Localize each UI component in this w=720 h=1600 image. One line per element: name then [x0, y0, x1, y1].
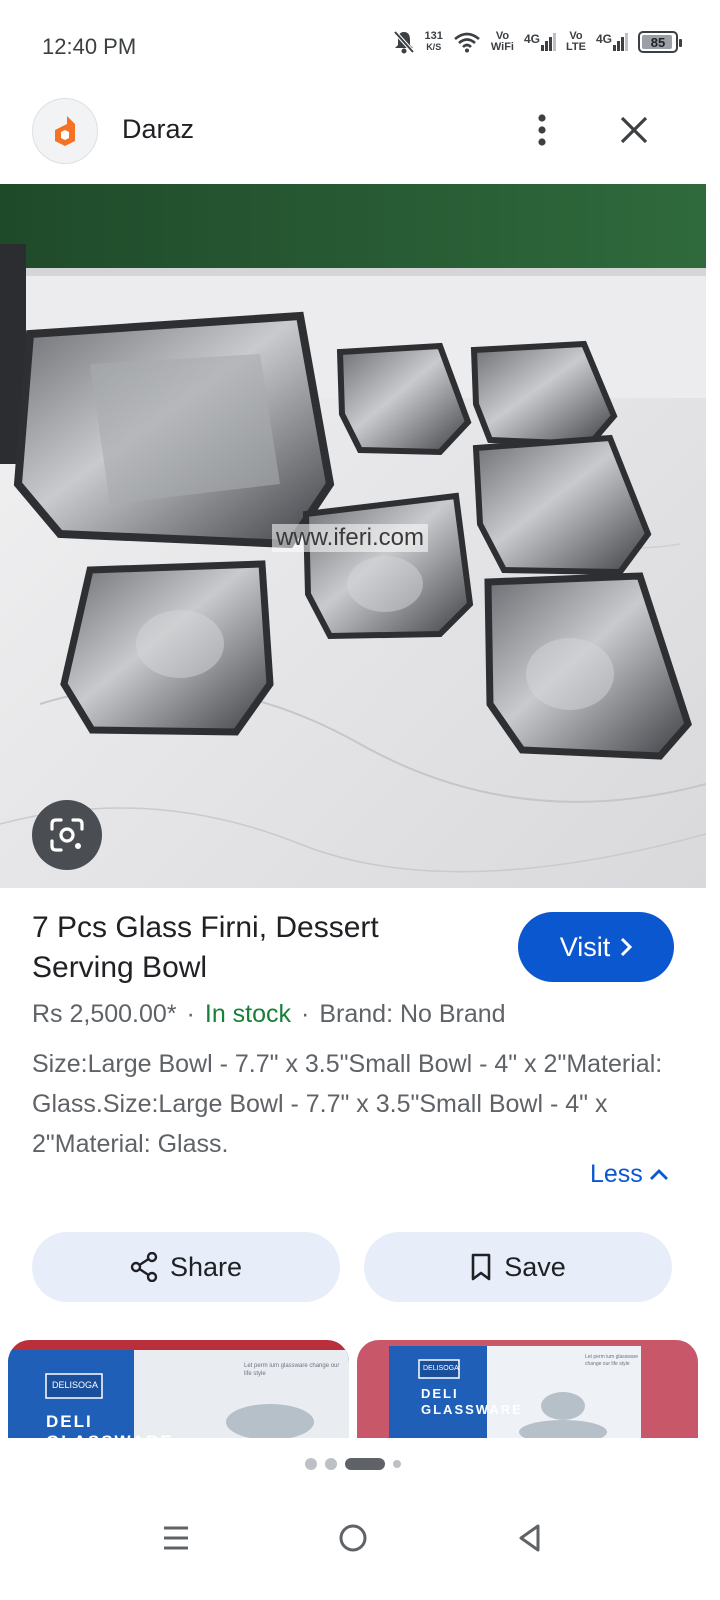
chevron-up-icon: [649, 1168, 668, 1180]
recents-button[interactable]: [148, 1510, 204, 1566]
sim1-bottom-label: WiFi: [490, 41, 514, 53]
related-brand-2: DELISOGA: [423, 1365, 459, 1372]
status-time: 12:40 PM: [42, 34, 137, 59]
home-circle-icon: [339, 1524, 367, 1552]
related-text-2: DELI GLASSWARE: [421, 1386, 523, 1417]
site-name: Daraz: [122, 114, 195, 144]
chevron-right-icon: [621, 937, 633, 957]
lens-icon: [50, 818, 84, 852]
related-image-2[interactable]: DELISOGA DELI GLASSWARE Let perm ium gla…: [357, 1340, 698, 1438]
visual-search-button[interactable]: [32, 800, 102, 870]
sim2-bottom-label: LTE: [566, 41, 586, 53]
net-speed-unit: K/S: [426, 42, 442, 52]
home-button[interactable]: [325, 1510, 381, 1566]
daraz-logo-icon: [32, 98, 98, 164]
net-speed: 131 K/S: [425, 31, 443, 53]
save-label: Save: [504, 1251, 566, 1282]
sim1-vo-wifi: Vo WiFi: [491, 31, 514, 53]
close-icon: [620, 116, 648, 144]
sim2-vo-lte: Vo LTE: [566, 31, 586, 53]
back-button[interactable]: [502, 1510, 558, 1566]
product-description: Size:Large Bowl - 7.7" x 3.5"Small Bowl …: [32, 1050, 663, 1158]
stock-status: In stock: [204, 1000, 292, 1028]
product-price: Rs 2,500.00*: [32, 1000, 177, 1028]
close-button[interactable]: [612, 108, 656, 152]
sim2-signal-icon: 4G: [596, 33, 628, 51]
pager-dot-active: [345, 1458, 385, 1470]
visit-button[interactable]: Visit: [518, 912, 674, 982]
net-speed-value: 131: [424, 30, 443, 42]
related-tagline-2: Let perm ium glassware change our life s…: [585, 1354, 639, 1367]
less-label: Less: [590, 1160, 643, 1188]
share-button[interactable]: Share: [32, 1232, 340, 1302]
pager-dot: [305, 1458, 317, 1470]
bell-muted-icon: [393, 30, 415, 54]
carousel-pager: [305, 1458, 401, 1470]
back-triangle-icon: [519, 1524, 540, 1552]
app-bar: Daraz: [0, 96, 720, 184]
related-tagline-1: Let perm ium glassware change our life s…: [244, 1363, 340, 1377]
system-nav-bar: [0, 1496, 720, 1600]
bookmark-icon: [471, 1253, 491, 1281]
battery-level: 85: [650, 34, 666, 50]
more-options-button[interactable]: [520, 108, 564, 152]
battery-icon: 85: [638, 31, 682, 53]
related-image-1[interactable]: DELISOGA DELI GLASSWARE Let perm ium gla…: [8, 1340, 349, 1438]
menu-icon: [164, 1526, 188, 1550]
meta-separator: ·: [186, 1000, 195, 1028]
share-label: Share: [169, 1251, 243, 1282]
save-button[interactable]: Save: [364, 1232, 672, 1302]
less-toggle[interactable]: Less: [590, 1160, 669, 1189]
sim2-net-label: 4G: [595, 32, 612, 46]
pager-dot: [325, 1458, 337, 1470]
meta-separator: ·: [301, 1000, 310, 1028]
pager-dot: [393, 1460, 401, 1468]
product-brand: Brand: No Brand: [319, 1000, 506, 1028]
status-bar: 12:40 PM 131 K/S Vo WiFi 4G Vo LTE 4G 85: [0, 0, 720, 96]
more-vert-icon: [538, 114, 546, 146]
share-icon: [130, 1252, 158, 1282]
product-meta: Rs 2,500.00* · In stock · Brand: No Bran…: [32, 1000, 506, 1029]
product-image[interactable]: www.iferi.com: [0, 184, 706, 888]
wifi-icon: [454, 32, 480, 53]
visit-label: Visit: [559, 931, 611, 962]
related-brand-1: DELISOGA: [52, 1380, 99, 1390]
daraz-logo-glyph: [55, 116, 75, 146]
status-icons: 131 K/S Vo WiFi 4G Vo LTE 4G 85: [393, 30, 682, 54]
sim1-net-label: 4G: [524, 32, 541, 46]
image-watermark: www.iferi.com: [272, 524, 429, 552]
product-title: 7 Pcs Glass Firni, Dessert Serving Bowl: [32, 911, 379, 984]
sim1-signal-icon: 4G: [524, 32, 557, 51]
related-text-1: DELI GLASSWARE: [46, 1412, 172, 1438]
